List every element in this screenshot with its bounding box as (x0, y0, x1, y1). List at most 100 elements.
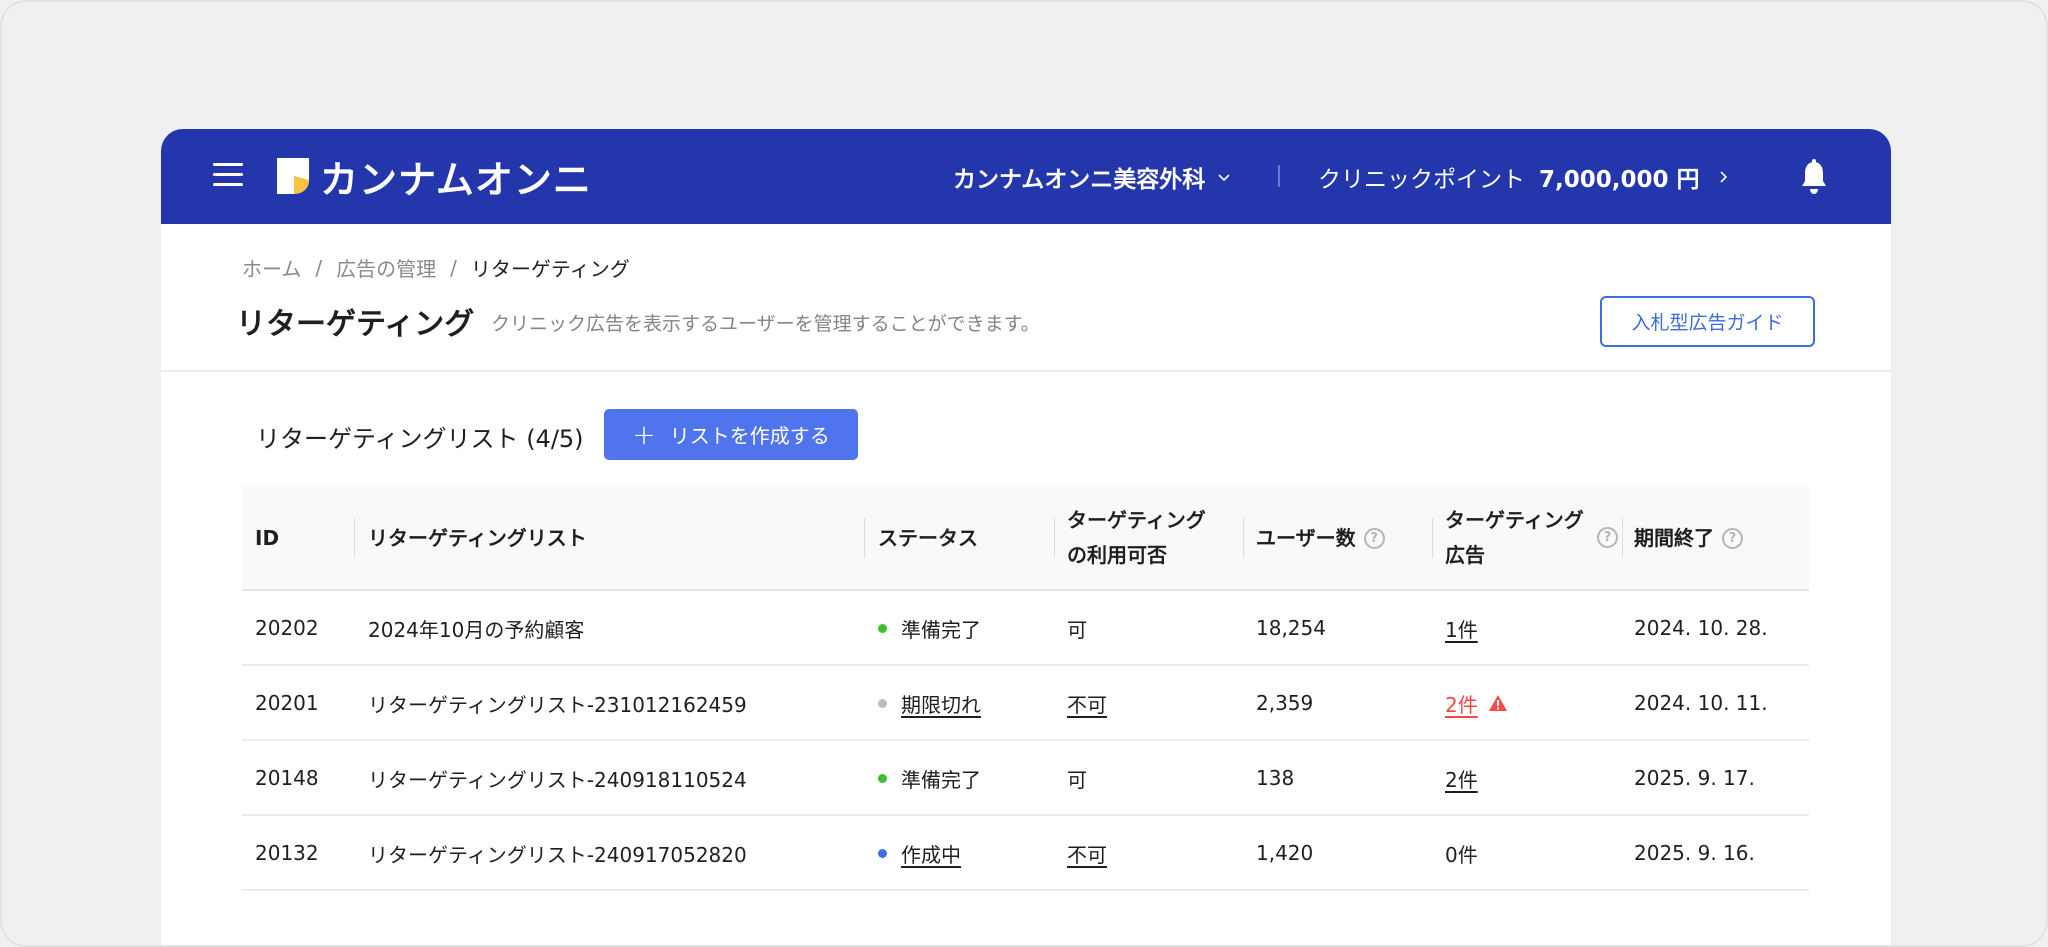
ads-count: 0件 (1445, 842, 1478, 867)
page-description: クリニック広告を表示するユーザーを管理することができます。 (491, 313, 1040, 335)
table-body: 20202 2024年10月の予約顧客 準備完了 可 18,254 1件 202… (242, 591, 1809, 891)
availability-text: 可 (1067, 767, 1087, 792)
availability-text[interactable]: 不可 (1067, 839, 1107, 868)
ads-count[interactable]: 1件 (1445, 614, 1478, 643)
app-window: カンナムオンニ カンナムオンニ美容外科 クリニックポイント 7,000,000 … (161, 129, 1891, 945)
table-row[interactable]: 20148 リターゲティングリスト-240918110524 準備完了 可 13… (242, 741, 1809, 816)
create-list-label: リストを作成する (669, 424, 830, 448)
list-title: リターゲティングリスト (4/5) (256, 425, 584, 453)
bell-icon[interactable] (1798, 159, 1830, 195)
hamburger-icon[interactable] (213, 160, 243, 190)
cell-expiry: 2025. 9. 16. (1634, 841, 1755, 865)
clinic-name: カンナムオンニ美容外科 (953, 167, 1206, 193)
status-text: 準備完了 (901, 767, 981, 792)
status-dot (878, 623, 887, 633)
column-header-availability-line1: ターゲティング (1067, 508, 1206, 532)
ads-count[interactable]: 2件 (1445, 689, 1478, 718)
column-header-ads-line1: ターゲティング (1445, 508, 1584, 532)
column-separator (1622, 518, 1623, 558)
column-header-name: リターゲティングリスト (368, 525, 587, 550)
create-list-button[interactable]: + リストを作成する (604, 409, 858, 460)
chevron-right-icon (1719, 171, 1727, 183)
clinic-selector[interactable]: カンナムオンニ美容外科 (953, 159, 1231, 195)
screen-frame: カンナムオンニ カンナムオンニ美容外科 クリニックポイント 7,000,000 … (0, 0, 2048, 947)
cell-ads: 2件 (1445, 666, 1508, 740)
availability-text: 可 (1067, 617, 1087, 642)
cell-list-name: 2024年10月の予約顧客 (368, 617, 585, 642)
cell-expiry: 2024. 10. 11. (1634, 691, 1768, 715)
cell-list-name: リターゲティングリスト-231012162459 (368, 692, 747, 717)
column-header-id: ID (255, 525, 280, 550)
clinic-points-link[interactable]: クリニックポイント 7,000,000 円 (1318, 159, 1730, 195)
cell-users: 138 (1256, 766, 1295, 790)
cell-availability: 不可 (1067, 816, 1107, 890)
logo[interactable]: カンナムオンニ (274, 155, 592, 202)
cell-expiry: 2024. 10. 28. (1634, 616, 1768, 640)
cell-availability: 可 (1067, 591, 1087, 665)
status-dot (878, 848, 887, 858)
help-icon[interactable]: ? (1597, 527, 1618, 548)
cell-status: 準備完了 (878, 741, 981, 815)
table-header: ID リターゲティングリスト ステータス ターゲティング の利用可否 ユーザー数… (242, 485, 1809, 591)
cell-list-name: リターゲティングリスト-240918110524 (368, 767, 747, 792)
status-text[interactable]: 期限切れ (901, 689, 981, 718)
cell-status: 作成中 (878, 816, 961, 890)
logo-mark-icon (277, 158, 309, 194)
breadcrumb: ホーム / 広告の管理 / リターゲティング (242, 253, 630, 282)
points-label: クリニックポイント (1318, 167, 1525, 193)
breadcrumb-current: リターゲティング (470, 257, 630, 281)
retargeting-table: ID リターゲティングリスト ステータス ターゲティング の利用可否 ユーザー数… (242, 485, 1809, 891)
cell-ads: 1件 (1445, 591, 1478, 665)
cell-list-name: リターゲティングリスト-240917052820 (368, 842, 747, 867)
cell-users: 2,359 (1256, 691, 1314, 715)
column-separator (1054, 518, 1055, 558)
status-text[interactable]: 作成中 (901, 839, 961, 868)
cell-ads: 0件 (1445, 816, 1478, 890)
points-value: 7,000,000 円 (1539, 167, 1700, 193)
cell-expiry: 2025. 9. 17. (1634, 766, 1755, 790)
column-header-ads: ターゲティング 広告 (1445, 485, 1584, 591)
cell-users: 18,254 (1256, 616, 1326, 640)
table-row[interactable]: 20201 リターゲティングリスト-231012162459 期限切れ 不可 2… (242, 666, 1809, 741)
header-divider (1278, 165, 1280, 187)
ads-count[interactable]: 2件 (1445, 764, 1478, 793)
table-row[interactable]: 20132 リターゲティングリスト-240917052820 作成中 不可 1,… (242, 816, 1809, 891)
cell-id: 20202 (255, 616, 319, 640)
chevron-down-icon (1218, 174, 1230, 182)
column-header-status: ステータス (878, 525, 978, 550)
cell-users: 1,420 (1256, 841, 1314, 865)
cell-id: 20201 (255, 691, 319, 715)
breadcrumb-ad-management[interactable]: 広告の管理 (336, 253, 436, 282)
table-row[interactable]: 20202 2024年10月の予約顧客 準備完了 可 18,254 1件 202… (242, 591, 1809, 666)
column-header-availability-line2: の利用可否 (1067, 543, 1167, 567)
status-dot (878, 698, 887, 708)
status-text: 準備完了 (901, 617, 981, 642)
plus-icon: + (632, 417, 656, 451)
breadcrumb-separator: / (315, 255, 323, 280)
breadcrumb-home[interactable]: ホーム (242, 253, 301, 282)
cell-status: 準備完了 (878, 591, 981, 665)
column-header-expiry: 期間終了 ? (1634, 485, 1743, 591)
cell-status: 期限切れ (878, 666, 981, 740)
page-title: リターゲティング (236, 307, 475, 342)
top-bar: カンナムオンニ カンナムオンニ美容外科 クリニックポイント 7,000,000 … (161, 129, 1891, 224)
column-separator (864, 518, 865, 558)
section-divider (161, 370, 1891, 372)
column-separator (1243, 518, 1244, 558)
column-header-expiry-label: 期間終了 (1634, 525, 1714, 550)
cell-ads: 2件 (1445, 741, 1478, 815)
column-separator (354, 518, 355, 558)
help-icon[interactable]: ? (1722, 527, 1743, 549)
availability-text[interactable]: 不可 (1067, 689, 1107, 718)
cell-availability: 不可 (1067, 666, 1107, 740)
warning-triangle-icon (1488, 695, 1507, 711)
help-icon[interactable]: ? (1363, 527, 1385, 549)
cell-availability: 可 (1067, 741, 1087, 815)
column-header-ads-line2: 広告 (1445, 543, 1485, 567)
cell-id: 20132 (255, 841, 319, 865)
breadcrumb-separator: / (450, 255, 457, 280)
column-separator (1432, 518, 1433, 558)
bidding-ad-guide-button[interactable]: 入札型広告ガイド (1600, 296, 1815, 347)
column-header-users-label: ユーザー数 (1256, 525, 1356, 550)
cell-id: 20148 (255, 766, 319, 790)
